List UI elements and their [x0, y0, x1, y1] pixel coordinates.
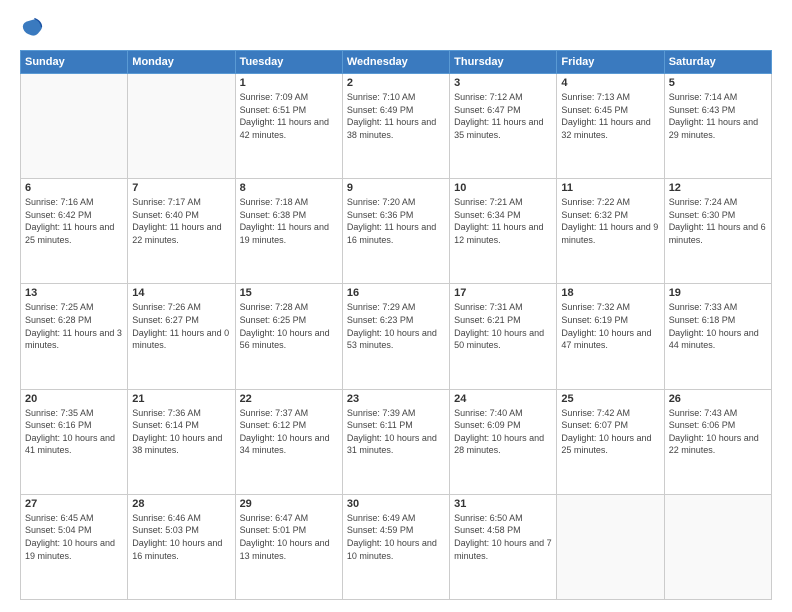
table-row: 25Sunrise: 7:42 AM Sunset: 6:07 PM Dayli…	[557, 389, 664, 494]
header	[20, 16, 772, 40]
table-row: 4Sunrise: 7:13 AM Sunset: 6:45 PM Daylig…	[557, 74, 664, 179]
table-row: 9Sunrise: 7:20 AM Sunset: 6:36 PM Daylig…	[342, 179, 449, 284]
col-saturday: Saturday	[664, 51, 771, 74]
table-row: 3Sunrise: 7:12 AM Sunset: 6:47 PM Daylig…	[450, 74, 557, 179]
table-row	[128, 74, 235, 179]
table-row: 29Sunrise: 6:47 AM Sunset: 5:01 PM Dayli…	[235, 494, 342, 599]
logo	[20, 16, 48, 40]
table-row: 8Sunrise: 7:18 AM Sunset: 6:38 PM Daylig…	[235, 179, 342, 284]
table-row: 24Sunrise: 7:40 AM Sunset: 6:09 PM Dayli…	[450, 389, 557, 494]
table-row: 6Sunrise: 7:16 AM Sunset: 6:42 PM Daylig…	[21, 179, 128, 284]
col-tuesday: Tuesday	[235, 51, 342, 74]
calendar-page: Sunday Monday Tuesday Wednesday Thursday…	[0, 0, 792, 612]
col-friday: Friday	[557, 51, 664, 74]
table-row: 31Sunrise: 6:50 AM Sunset: 4:58 PM Dayli…	[450, 494, 557, 599]
table-row: 28Sunrise: 6:46 AM Sunset: 5:03 PM Dayli…	[128, 494, 235, 599]
col-thursday: Thursday	[450, 51, 557, 74]
table-row: 23Sunrise: 7:39 AM Sunset: 6:11 PM Dayli…	[342, 389, 449, 494]
table-row: 7Sunrise: 7:17 AM Sunset: 6:40 PM Daylig…	[128, 179, 235, 284]
table-row: 17Sunrise: 7:31 AM Sunset: 6:21 PM Dayli…	[450, 284, 557, 389]
table-row: 26Sunrise: 7:43 AM Sunset: 6:06 PM Dayli…	[664, 389, 771, 494]
table-row: 30Sunrise: 6:49 AM Sunset: 4:59 PM Dayli…	[342, 494, 449, 599]
table-row: 21Sunrise: 7:36 AM Sunset: 6:14 PM Dayli…	[128, 389, 235, 494]
table-row: 16Sunrise: 7:29 AM Sunset: 6:23 PM Dayli…	[342, 284, 449, 389]
table-row	[664, 494, 771, 599]
table-row: 11Sunrise: 7:22 AM Sunset: 6:32 PM Dayli…	[557, 179, 664, 284]
table-row: 10Sunrise: 7:21 AM Sunset: 6:34 PM Dayli…	[450, 179, 557, 284]
table-row: 14Sunrise: 7:26 AM Sunset: 6:27 PM Dayli…	[128, 284, 235, 389]
col-sunday: Sunday	[21, 51, 128, 74]
table-row: 19Sunrise: 7:33 AM Sunset: 6:18 PM Dayli…	[664, 284, 771, 389]
col-monday: Monday	[128, 51, 235, 74]
table-row: 15Sunrise: 7:28 AM Sunset: 6:25 PM Dayli…	[235, 284, 342, 389]
table-row	[557, 494, 664, 599]
table-row: 12Sunrise: 7:24 AM Sunset: 6:30 PM Dayli…	[664, 179, 771, 284]
table-row: 22Sunrise: 7:37 AM Sunset: 6:12 PM Dayli…	[235, 389, 342, 494]
table-row: 27Sunrise: 6:45 AM Sunset: 5:04 PM Dayli…	[21, 494, 128, 599]
table-row: 18Sunrise: 7:32 AM Sunset: 6:19 PM Dayli…	[557, 284, 664, 389]
calendar-table: Sunday Monday Tuesday Wednesday Thursday…	[20, 50, 772, 600]
table-row: 20Sunrise: 7:35 AM Sunset: 6:16 PM Dayli…	[21, 389, 128, 494]
logo-icon	[20, 16, 44, 40]
table-row: 5Sunrise: 7:14 AM Sunset: 6:43 PM Daylig…	[664, 74, 771, 179]
calendar-header-row: Sunday Monday Tuesday Wednesday Thursday…	[21, 51, 772, 74]
table-row: 1Sunrise: 7:09 AM Sunset: 6:51 PM Daylig…	[235, 74, 342, 179]
table-row: 13Sunrise: 7:25 AM Sunset: 6:28 PM Dayli…	[21, 284, 128, 389]
table-row: 2Sunrise: 7:10 AM Sunset: 6:49 PM Daylig…	[342, 74, 449, 179]
col-wednesday: Wednesday	[342, 51, 449, 74]
table-row	[21, 74, 128, 179]
